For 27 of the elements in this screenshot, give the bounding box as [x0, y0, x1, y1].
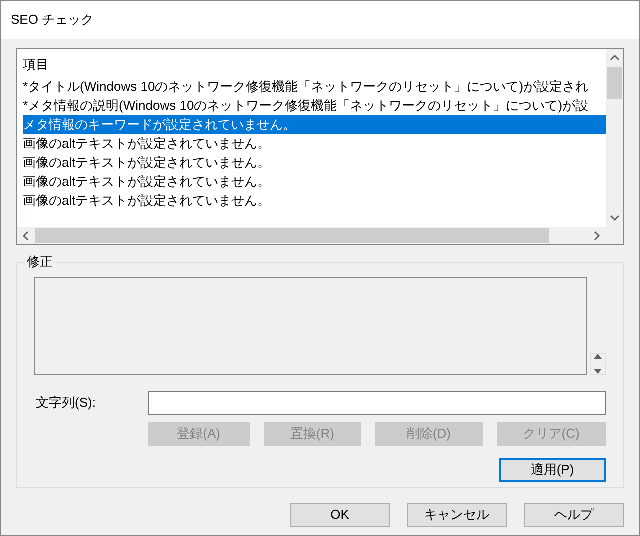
cancel-button[interactable]: キャンセル	[407, 503, 507, 527]
window-title: SEO チェック	[11, 11, 94, 30]
column-header: 項目	[23, 56, 49, 74]
list-row[interactable]: *メタ情報の説明(Windows 10のネットワーク修復機能「ネットワークのリセット」について)が設	[23, 96, 606, 115]
scroll-thumb[interactable]	[607, 67, 622, 99]
scroll-right-icon[interactable]	[593, 230, 601, 240]
string-input[interactable]	[148, 391, 606, 415]
scroll-left-icon[interactable]	[22, 230, 30, 240]
up-arrow-icon[interactable]	[594, 354, 602, 359]
list-row[interactable]: *タイトル(Windows 10のネットワーク修復機能「ネットワークのリセット」について)が設定され	[23, 77, 606, 96]
scroll-thumb[interactable]	[35, 228, 549, 243]
vertical-scrollbar[interactable]	[606, 49, 623, 227]
help-button[interactable]: ヘルプ	[524, 503, 624, 527]
scroll-down-icon[interactable]	[610, 214, 620, 222]
text-area[interactable]	[34, 277, 587, 375]
list-row[interactable]: 画像のaltテキストが設定されていません。	[23, 134, 606, 153]
scroll-up-icon[interactable]	[610, 54, 620, 62]
list-row[interactable]: メタ情報のキーワードが設定されていません。	[23, 115, 606, 134]
spin-control[interactable]	[590, 353, 606, 375]
apply-button[interactable]: 適用(P)	[499, 458, 606, 482]
list-row[interactable]: 画像のaltテキストが設定されていません。	[23, 153, 606, 172]
list-row[interactable]: 画像のaltテキストが設定されていません。	[23, 191, 606, 210]
down-arrow-icon[interactable]	[594, 369, 602, 374]
ok-button[interactable]: OK	[290, 503, 390, 527]
horizontal-scrollbar[interactable]	[17, 227, 606, 244]
field-label: 文字列(S):	[35, 394, 97, 412]
list-row[interactable]: 画像のaltテキストが設定されていません。	[23, 172, 606, 191]
